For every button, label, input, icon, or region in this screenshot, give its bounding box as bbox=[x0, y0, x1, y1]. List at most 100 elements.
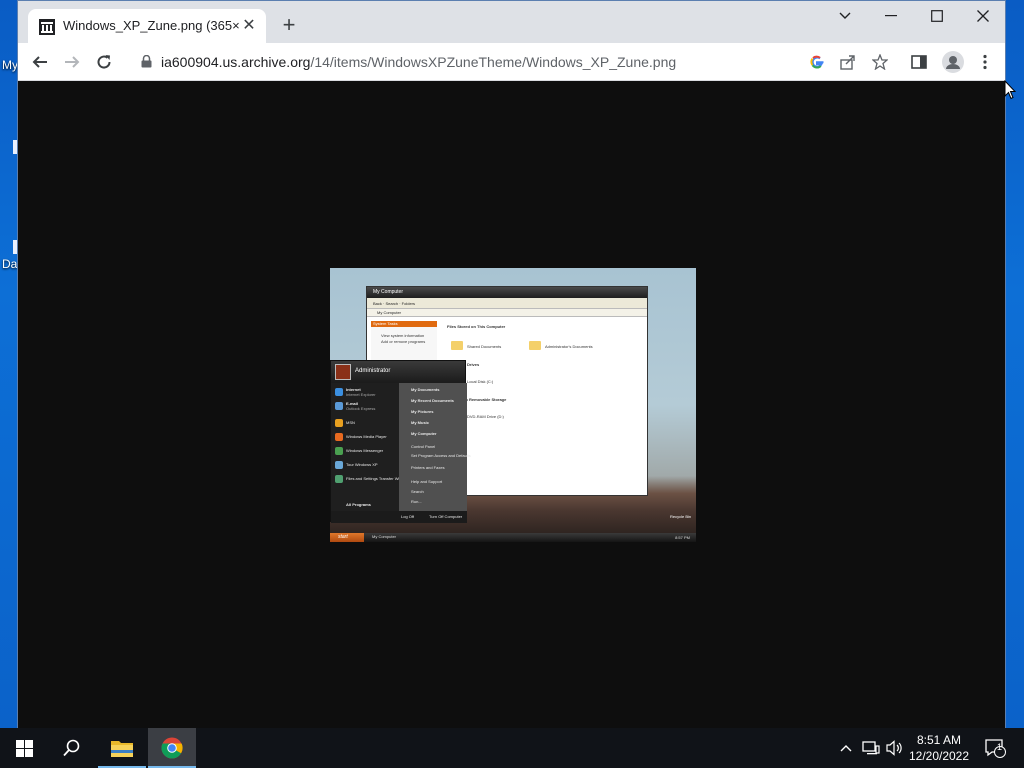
xp-task-header-label: System Tasks bbox=[373, 321, 398, 326]
start-right-item: My Pictures bbox=[411, 409, 434, 414]
clock-time: 8:51 AM bbox=[916, 733, 962, 747]
url-path: /14/items/WindowsXPZuneTheme/Windows_XP_… bbox=[310, 54, 677, 70]
start-right-item: My Documents bbox=[411, 387, 440, 392]
tab-title: Windows_XP_Zune.png (365×27... bbox=[63, 18, 239, 33]
search-icon bbox=[63, 739, 80, 757]
url-host: ia600904.us.archive.org bbox=[161, 54, 311, 70]
close-window-button[interactable] bbox=[960, 1, 1006, 31]
messenger-icon bbox=[335, 447, 343, 455]
internet-explorer-icon bbox=[335, 388, 343, 396]
start-item-sub: Internet Explorer bbox=[346, 392, 376, 397]
msn-icon bbox=[335, 419, 343, 427]
xp-start-menu: Administrator Internet Internet Explorer… bbox=[330, 360, 471, 523]
browser-toolbar: ia600904.us.archive.org/14/items/Windows… bbox=[18, 43, 1005, 81]
show-hidden-icons[interactable] bbox=[836, 728, 856, 768]
notification-count: 1 bbox=[997, 742, 1003, 752]
turn-off: Turn Off Computer bbox=[429, 514, 463, 519]
desktop-icon-label[interactable]: Da bbox=[2, 257, 17, 271]
xp-taskbar: start My Computer 8:57 PM bbox=[330, 533, 696, 542]
xp-section-heading: Files Stored on This Computer bbox=[447, 324, 506, 329]
browser-window: Windows_XP_Zune.png (365×27... ✕ + bbox=[17, 0, 1006, 728]
start-button[interactable] bbox=[0, 728, 48, 768]
tour-icon bbox=[335, 461, 343, 469]
transfer-wizard-icon bbox=[335, 475, 343, 483]
lock-icon[interactable] bbox=[141, 54, 152, 73]
xp-task-item: Add or remove programs bbox=[381, 339, 426, 344]
tab-close-icon[interactable]: ✕ bbox=[240, 17, 258, 35]
recycle-bin-label: Recycle Bin bbox=[670, 514, 692, 519]
url-text[interactable]: ia600904.us.archive.org/14/items/Windows… bbox=[161, 54, 676, 70]
clock-date: 12/20/2022 bbox=[908, 749, 970, 763]
start-right-item: Search bbox=[411, 489, 424, 494]
network-icon bbox=[862, 741, 880, 755]
xp-drive-label: DVD-RAM Drive (D:) bbox=[467, 414, 504, 419]
windows-taskbar: 8:51 AM 12/20/2022 1 bbox=[0, 728, 1024, 768]
more-menu-icon[interactable] bbox=[976, 53, 994, 71]
notification-icon bbox=[985, 739, 1006, 758]
desktop-icon-label[interactable]: My bbox=[2, 58, 18, 72]
action-center-button[interactable]: 1 bbox=[980, 728, 1010, 768]
email-icon bbox=[335, 402, 343, 410]
media-player-icon bbox=[335, 433, 343, 441]
profile-avatar[interactable] bbox=[942, 51, 964, 73]
bookmark-star-icon[interactable] bbox=[871, 53, 889, 71]
google-icon[interactable] bbox=[808, 53, 826, 71]
start-right-item: Control Panel bbox=[411, 444, 436, 449]
all-programs: All Programs bbox=[346, 502, 371, 507]
xp-clock: 8:57 PM bbox=[675, 535, 690, 540]
xp-window-address: My Computer bbox=[367, 309, 647, 317]
start-item: Files and Settings Transfer Wizard bbox=[346, 476, 408, 481]
start-right-item: My Recent Documents bbox=[411, 398, 454, 403]
chevron-up-icon bbox=[840, 745, 852, 752]
start-menu-header: Administrator bbox=[331, 361, 465, 383]
page-content: My Computer Back · Search · Folders My C… bbox=[18, 82, 1005, 728]
start-right-item: Help and Support bbox=[411, 479, 443, 484]
minimize-icon bbox=[885, 15, 897, 17]
start-menu-user: Administrator bbox=[355, 368, 391, 374]
chrome-icon bbox=[161, 737, 183, 759]
chrome-button[interactable] bbox=[148, 728, 196, 768]
taskbar-clock[interactable]: 8:51 AM 12/20/2022 bbox=[900, 732, 978, 764]
network-tray[interactable] bbox=[860, 728, 882, 768]
start-right-item: Set Program Access and Defaults bbox=[411, 453, 471, 458]
arrow-left-icon bbox=[32, 56, 47, 68]
xp-window-toolbar: Back · Search · Folders bbox=[367, 298, 647, 309]
arrow-right-icon bbox=[65, 56, 80, 68]
minimize-button[interactable] bbox=[868, 1, 914, 31]
new-tab-button[interactable]: + bbox=[278, 14, 300, 37]
folder-icon bbox=[529, 341, 541, 350]
search-button[interactable] bbox=[48, 728, 96, 768]
tab-search-button[interactable] bbox=[822, 1, 868, 31]
xp-folder-label: Administrator's Documents bbox=[545, 344, 593, 349]
xp-section-heading: Drives bbox=[467, 362, 480, 367]
start-item: Windows Messenger bbox=[346, 448, 384, 453]
reload-button[interactable] bbox=[92, 50, 116, 74]
xp-section-heading: ith Removable Storage bbox=[463, 397, 507, 402]
tab-strip: Windows_XP_Zune.png (365×27... ✕ + bbox=[18, 1, 1005, 43]
chevron-down-icon bbox=[839, 12, 851, 19]
start-menu-left: Internet Internet Explorer E-mail Outloo… bbox=[331, 383, 407, 511]
displayed-image[interactable]: My Computer Back · Search · Folders My C… bbox=[330, 268, 696, 542]
windows-logo-icon bbox=[15, 739, 33, 757]
start-right-item: My Music bbox=[411, 420, 430, 425]
forward-button[interactable] bbox=[60, 50, 84, 74]
address-bar[interactable]: ia600904.us.archive.org/14/items/Windows… bbox=[131, 47, 921, 77]
xp-folder-label: Shared Documents bbox=[467, 344, 502, 349]
xp-window-title: My Computer bbox=[367, 287, 647, 298]
start-item: Tour Windows XP bbox=[346, 462, 378, 467]
side-panel-icon[interactable] bbox=[910, 53, 928, 71]
person-icon bbox=[942, 51, 964, 73]
reload-icon bbox=[97, 55, 111, 69]
user-avatar bbox=[335, 364, 351, 380]
file-explorer-button[interactable] bbox=[98, 728, 146, 768]
share-icon[interactable] bbox=[839, 53, 857, 71]
log-off: Log Off bbox=[401, 514, 415, 519]
xp-task-item: View system information bbox=[381, 333, 425, 338]
maximize-icon bbox=[931, 10, 943, 22]
browser-tab[interactable]: Windows_XP_Zune.png (365×27... ✕ bbox=[28, 9, 266, 43]
start-right-item: My Computer bbox=[411, 431, 437, 436]
start-right-item: Run... bbox=[411, 499, 422, 504]
back-button[interactable] bbox=[28, 50, 52, 74]
archive-favicon-icon bbox=[39, 19, 55, 35]
maximize-button[interactable] bbox=[914, 1, 960, 31]
